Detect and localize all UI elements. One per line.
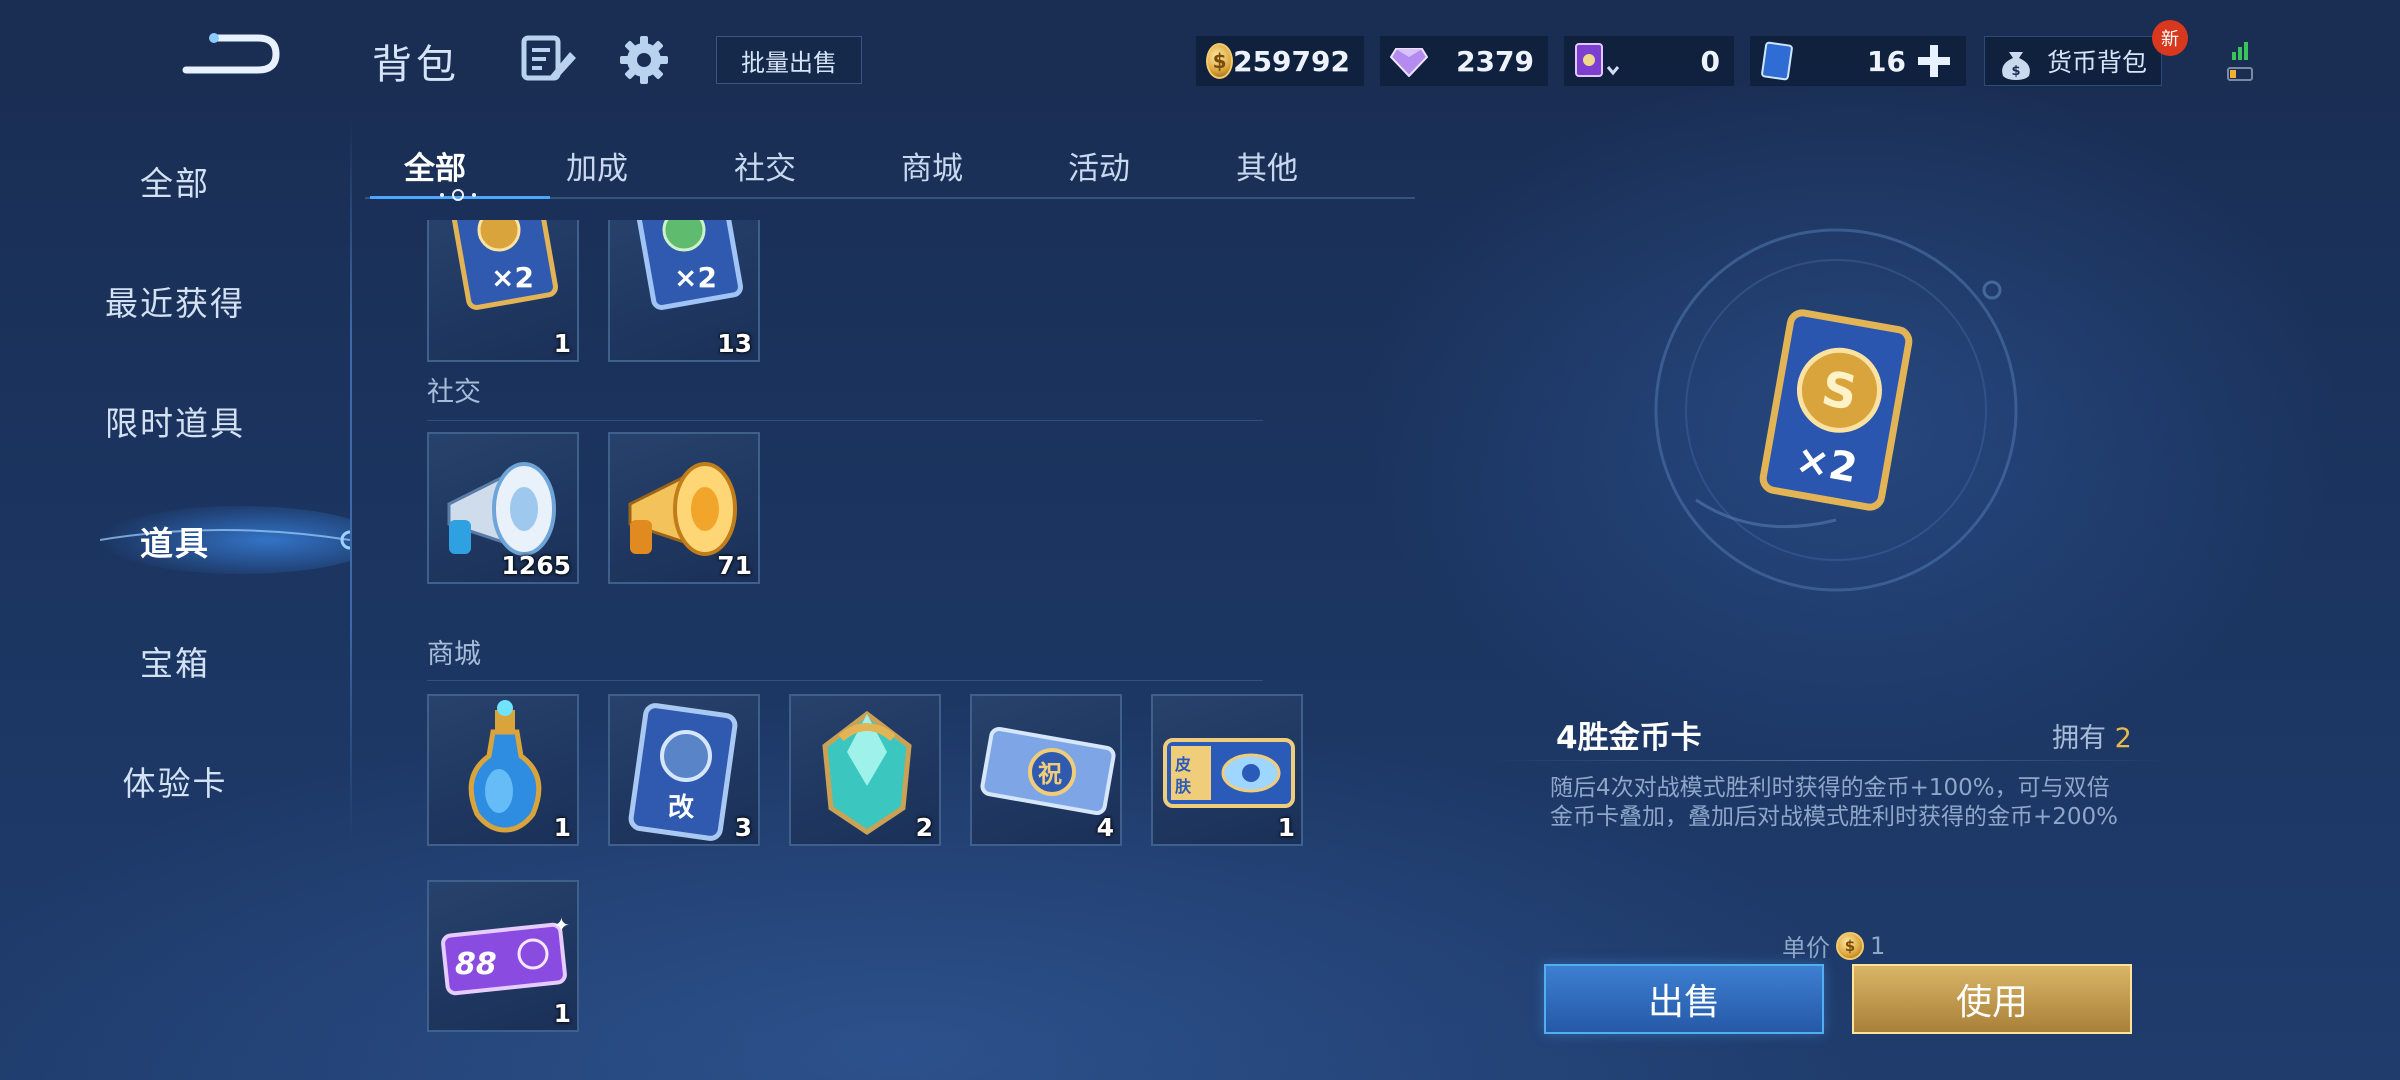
currency-pack-button[interactable]: $ 货币背包 <box>1984 36 2162 86</box>
price-value: 1 <box>1870 931 1886 960</box>
svg-text:✦: ✦ <box>553 913 570 937</box>
item-slot-exp-card[interactable]: ×2 13 <box>608 220 760 362</box>
back-button[interactable] <box>178 30 282 80</box>
ticket-balance[interactable]: 0 <box>1564 36 1734 86</box>
settings-button[interactable] <box>616 32 672 88</box>
purple-ticket-icon <box>1575 43 1620 77</box>
section-title-shop: 商城 <box>427 639 481 670</box>
item-slot-gold-card[interactable]: ×2 1 <box>427 220 579 362</box>
item-slot-rename-card[interactable]: 改 3 <box>608 694 760 846</box>
section-title-social: 社交 <box>427 377 481 408</box>
currency-pack-label: 货币背包 <box>2046 48 2147 77</box>
ticket-amount: 0 <box>1700 44 1720 78</box>
sidebar-item-props[interactable]: 道具 <box>0 506 350 576</box>
item-slot-skin-ticket[interactable]: 皮 肤 1 <box>1151 694 1303 846</box>
money-bag-icon: $ <box>2002 52 2030 80</box>
svg-text:×2: ×2 <box>674 261 717 294</box>
detail-divider <box>1490 760 2174 761</box>
use-button[interactable]: 使用 <box>1852 964 2132 1034</box>
sidebar-item-recent[interactable]: 最近获得 <box>0 266 350 336</box>
item-count: 4 <box>1096 813 1114 842</box>
tab-all[interactable]: 全部 <box>365 140 505 190</box>
svg-text:$: $ <box>2011 64 2020 79</box>
sidebar: 全部 最近获得 限时道具 道具 宝箱 体验卡 <box>0 120 350 840</box>
sidebar-divider <box>350 120 352 840</box>
section-divider <box>427 420 1263 421</box>
item-count: 1265 <box>501 551 571 580</box>
card-balance[interactable]: 16 <box>1750 36 1966 86</box>
diamond-icon <box>1390 48 1428 77</box>
item-count: 1 <box>553 813 571 842</box>
tab-other[interactable]: 其他 <box>1197 140 1337 190</box>
gold-coin-icon: $ <box>1206 43 1234 79</box>
item-slot-potion[interactable]: 1 <box>427 694 579 846</box>
gold-card-x2-icon: S ×2 <box>1759 309 1913 511</box>
coin-amount: 259792 <box>1233 44 1350 78</box>
gold-coin-icon: $ <box>1836 931 1864 960</box>
item-slot-blessing-ticket[interactable]: 祝 4 <box>970 694 1122 846</box>
tab-boost[interactable]: 加成 <box>527 140 667 190</box>
plus-icon[interactable] <box>1916 43 1952 79</box>
svg-text:改: 改 <box>668 792 694 823</box>
sidebar-item-limited[interactable]: 限时道具 <box>0 386 350 456</box>
sell-button[interactable]: 出售 <box>1544 964 1824 1034</box>
gem-balance: 2379 <box>1380 36 1548 86</box>
item-count: 1 <box>553 999 571 1028</box>
item-slot-silver-megaphone[interactable]: 1265 <box>427 432 579 584</box>
item-grid: ×2 1 ×2 13 社交 1265 71 商城 1 改 3 2 祝 4 皮 肤… <box>355 220 1355 1080</box>
signal-battery-icon <box>2227 42 2253 81</box>
item-count: 13 <box>717 329 752 358</box>
batch-sell-button[interactable]: 批量出售 <box>716 36 862 84</box>
item-count: 71 <box>717 551 752 580</box>
svg-text:肤: 肤 <box>1175 777 1192 796</box>
item-slot-purple-ticket[interactable]: 88 ✦ 1 <box>427 880 579 1032</box>
active-tab-indicator <box>370 189 550 201</box>
item-count: 2 <box>915 813 933 842</box>
unit-price: 单价 $ 1 <box>1782 928 1885 963</box>
item-slot-gold-megaphone[interactable]: 71 <box>608 432 760 584</box>
svg-text:88: 88 <box>455 947 497 982</box>
card-amount: 16 <box>1867 44 1906 78</box>
back-arrow-icon <box>182 33 280 74</box>
gem-amount: 2379 <box>1456 44 1534 78</box>
svg-text:皮: 皮 <box>1174 755 1191 774</box>
page-title: 背包 <box>372 42 460 88</box>
item-count: 3 <box>734 813 752 842</box>
item-slot-crystal[interactable]: 2 <box>789 694 941 846</box>
owned-number: 2 <box>2114 723 2132 754</box>
gear-icon <box>620 36 668 84</box>
section-divider <box>427 680 1263 681</box>
sidebar-item-chest[interactable]: 宝箱 <box>0 626 350 696</box>
item-count: 1 <box>553 329 571 358</box>
svg-text:祝: 祝 <box>1038 760 1062 788</box>
item-name: 4胜金币卡 <box>1556 720 1702 756</box>
price-label: 单价 <box>1782 934 1830 962</box>
item-description: 随后4次对战模式胜利时获得的金币+100%，可与双倍金币卡叠加，叠加后对战模式胜… <box>1550 775 2119 830</box>
owned-count: 拥有 2 <box>2052 716 2132 755</box>
svg-text:×2: ×2 <box>491 261 534 294</box>
edit-button[interactable] <box>520 32 578 84</box>
owned-label: 拥有 <box>2052 723 2106 754</box>
edit-list-icon <box>521 35 576 81</box>
sidebar-item-all[interactable]: 全部 <box>0 146 350 216</box>
coin-balance: $ 259792 <box>1196 36 1364 86</box>
tab-event[interactable]: 活动 <box>1029 140 1169 190</box>
blue-card-icon <box>1761 41 1793 81</box>
item-preview: S ×2 <box>1654 228 2018 592</box>
tab-social[interactable]: 社交 <box>695 140 835 190</box>
new-badge: 新 <box>2152 20 2188 56</box>
item-count: 1 <box>1277 813 1295 842</box>
tab-shop[interactable]: 商城 <box>862 140 1002 190</box>
sidebar-item-trial-card[interactable]: 体验卡 <box>0 746 350 816</box>
